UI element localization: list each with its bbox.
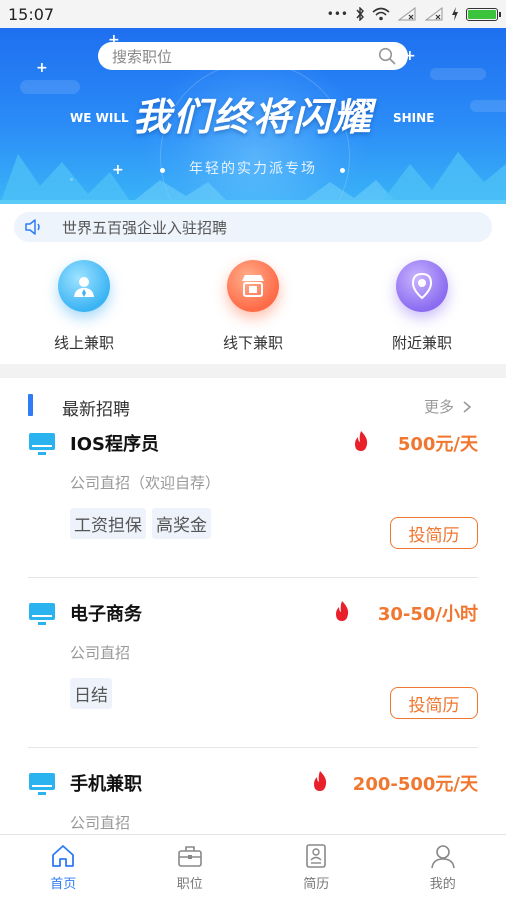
- search-placeholder: 搜索职位: [112, 47, 173, 66]
- search-input[interactable]: 搜索职位: [98, 42, 408, 70]
- person-icon: [58, 260, 110, 312]
- signal-icon-2: [424, 7, 443, 21]
- hero-banner[interactable]: + + + + 搜索职位 WE WILL 我们终将闪耀 SHINE 年轻的实力派…: [0, 28, 506, 204]
- resume-icon: [306, 844, 327, 868]
- job-tag: 工资担保: [70, 508, 146, 539]
- section-title: 最新招聘: [62, 400, 130, 420]
- job-tag: 高奖金: [152, 508, 211, 539]
- fire-icon: [336, 601, 349, 621]
- signal-icon: [397, 7, 416, 21]
- notice-bar[interactable]: 世界五百强企业入驻招聘: [14, 212, 492, 242]
- monitor-icon: [29, 603, 55, 625]
- nav-label: 我的: [429, 877, 456, 892]
- job-card[interactable]: IOS程序员 500元/天 公司直招（欢迎自荐） 工资担保 高奖金 投简历: [0, 420, 506, 590]
- briefcase-icon: [177, 846, 202, 867]
- job-tags: 工资担保 高奖金: [70, 508, 211, 539]
- user-icon: [430, 845, 455, 869]
- job-company: 公司直招（欢迎自荐）: [70, 474, 221, 492]
- category-label: 附近兼职: [391, 334, 452, 352]
- job-salary: 200-500元/天: [352, 774, 478, 795]
- job-company: 公司直招: [70, 814, 131, 832]
- nav-jobs[interactable]: 职位: [127, 835, 254, 900]
- job-company: 公司直招: [70, 644, 131, 662]
- wifi-icon: [372, 7, 390, 21]
- job-salary: 500元/天: [397, 434, 478, 455]
- notice-text: 世界五百强企业入驻招聘: [62, 218, 228, 237]
- home-icon: [52, 845, 75, 867]
- category-online[interactable]: 线上兼职: [24, 260, 144, 353]
- section-accent-bar: [28, 394, 33, 416]
- apply-button[interactable]: 投简历: [390, 687, 478, 719]
- more-label: 更多: [424, 398, 455, 416]
- bluetooth-icon: [356, 7, 364, 21]
- battery-icon: [466, 7, 501, 21]
- location-icon: [396, 260, 448, 312]
- section-separator: [0, 364, 506, 378]
- category-label: 线下兼职: [222, 334, 283, 352]
- chevron-right-icon: [463, 400, 472, 413]
- job-title: 手机兼职: [70, 774, 142, 795]
- more-dots-icon: •••: [326, 7, 348, 21]
- fire-icon: [314, 771, 327, 791]
- job-tag: 日结: [70, 678, 112, 709]
- category-offline[interactable]: 线下兼职: [193, 260, 313, 353]
- status-time: 15:07: [8, 4, 55, 24]
- more-link[interactable]: 更多: [424, 396, 472, 417]
- job-card[interactable]: 手机兼职 200-500元/天 公司直招: [0, 760, 506, 834]
- job-tags: 日结: [70, 678, 112, 709]
- charging-icon: [452, 7, 458, 21]
- nav-label: 简历: [303, 877, 330, 892]
- nav-label: 首页: [50, 877, 77, 892]
- monitor-icon: [29, 773, 55, 795]
- job-title: 电子商务: [70, 604, 142, 625]
- status-icons: •••: [326, 7, 501, 21]
- nav-label: 职位: [176, 877, 203, 892]
- nav-home[interactable]: 首页: [0, 835, 127, 900]
- job-title: IOS程序员: [70, 434, 159, 455]
- category-label: 线上兼职: [53, 334, 114, 352]
- monitor-icon: [29, 433, 55, 455]
- job-card[interactable]: 电子商务 30-50/小时 公司直招 日结 投简历: [0, 590, 506, 760]
- speaker-icon: [25, 219, 40, 235]
- search-icon[interactable]: [378, 47, 396, 65]
- bottom-nav: 首页 职位 简历 我的: [0, 834, 506, 900]
- nav-profile[interactable]: 我的: [380, 835, 506, 900]
- banner-subtitle: 年轻的实力派专场: [189, 161, 317, 177]
- apply-button[interactable]: 投简历: [390, 517, 478, 549]
- status-bar: 15:07 •••: [0, 0, 506, 28]
- banner-right-text: SHINE: [393, 111, 435, 125]
- fire-icon: [355, 431, 368, 451]
- category-nearby[interactable]: 附近兼职: [362, 260, 482, 353]
- job-salary: 30-50/小时: [377, 604, 478, 625]
- nav-resume[interactable]: 简历: [253, 835, 380, 900]
- shop-icon: [227, 260, 279, 312]
